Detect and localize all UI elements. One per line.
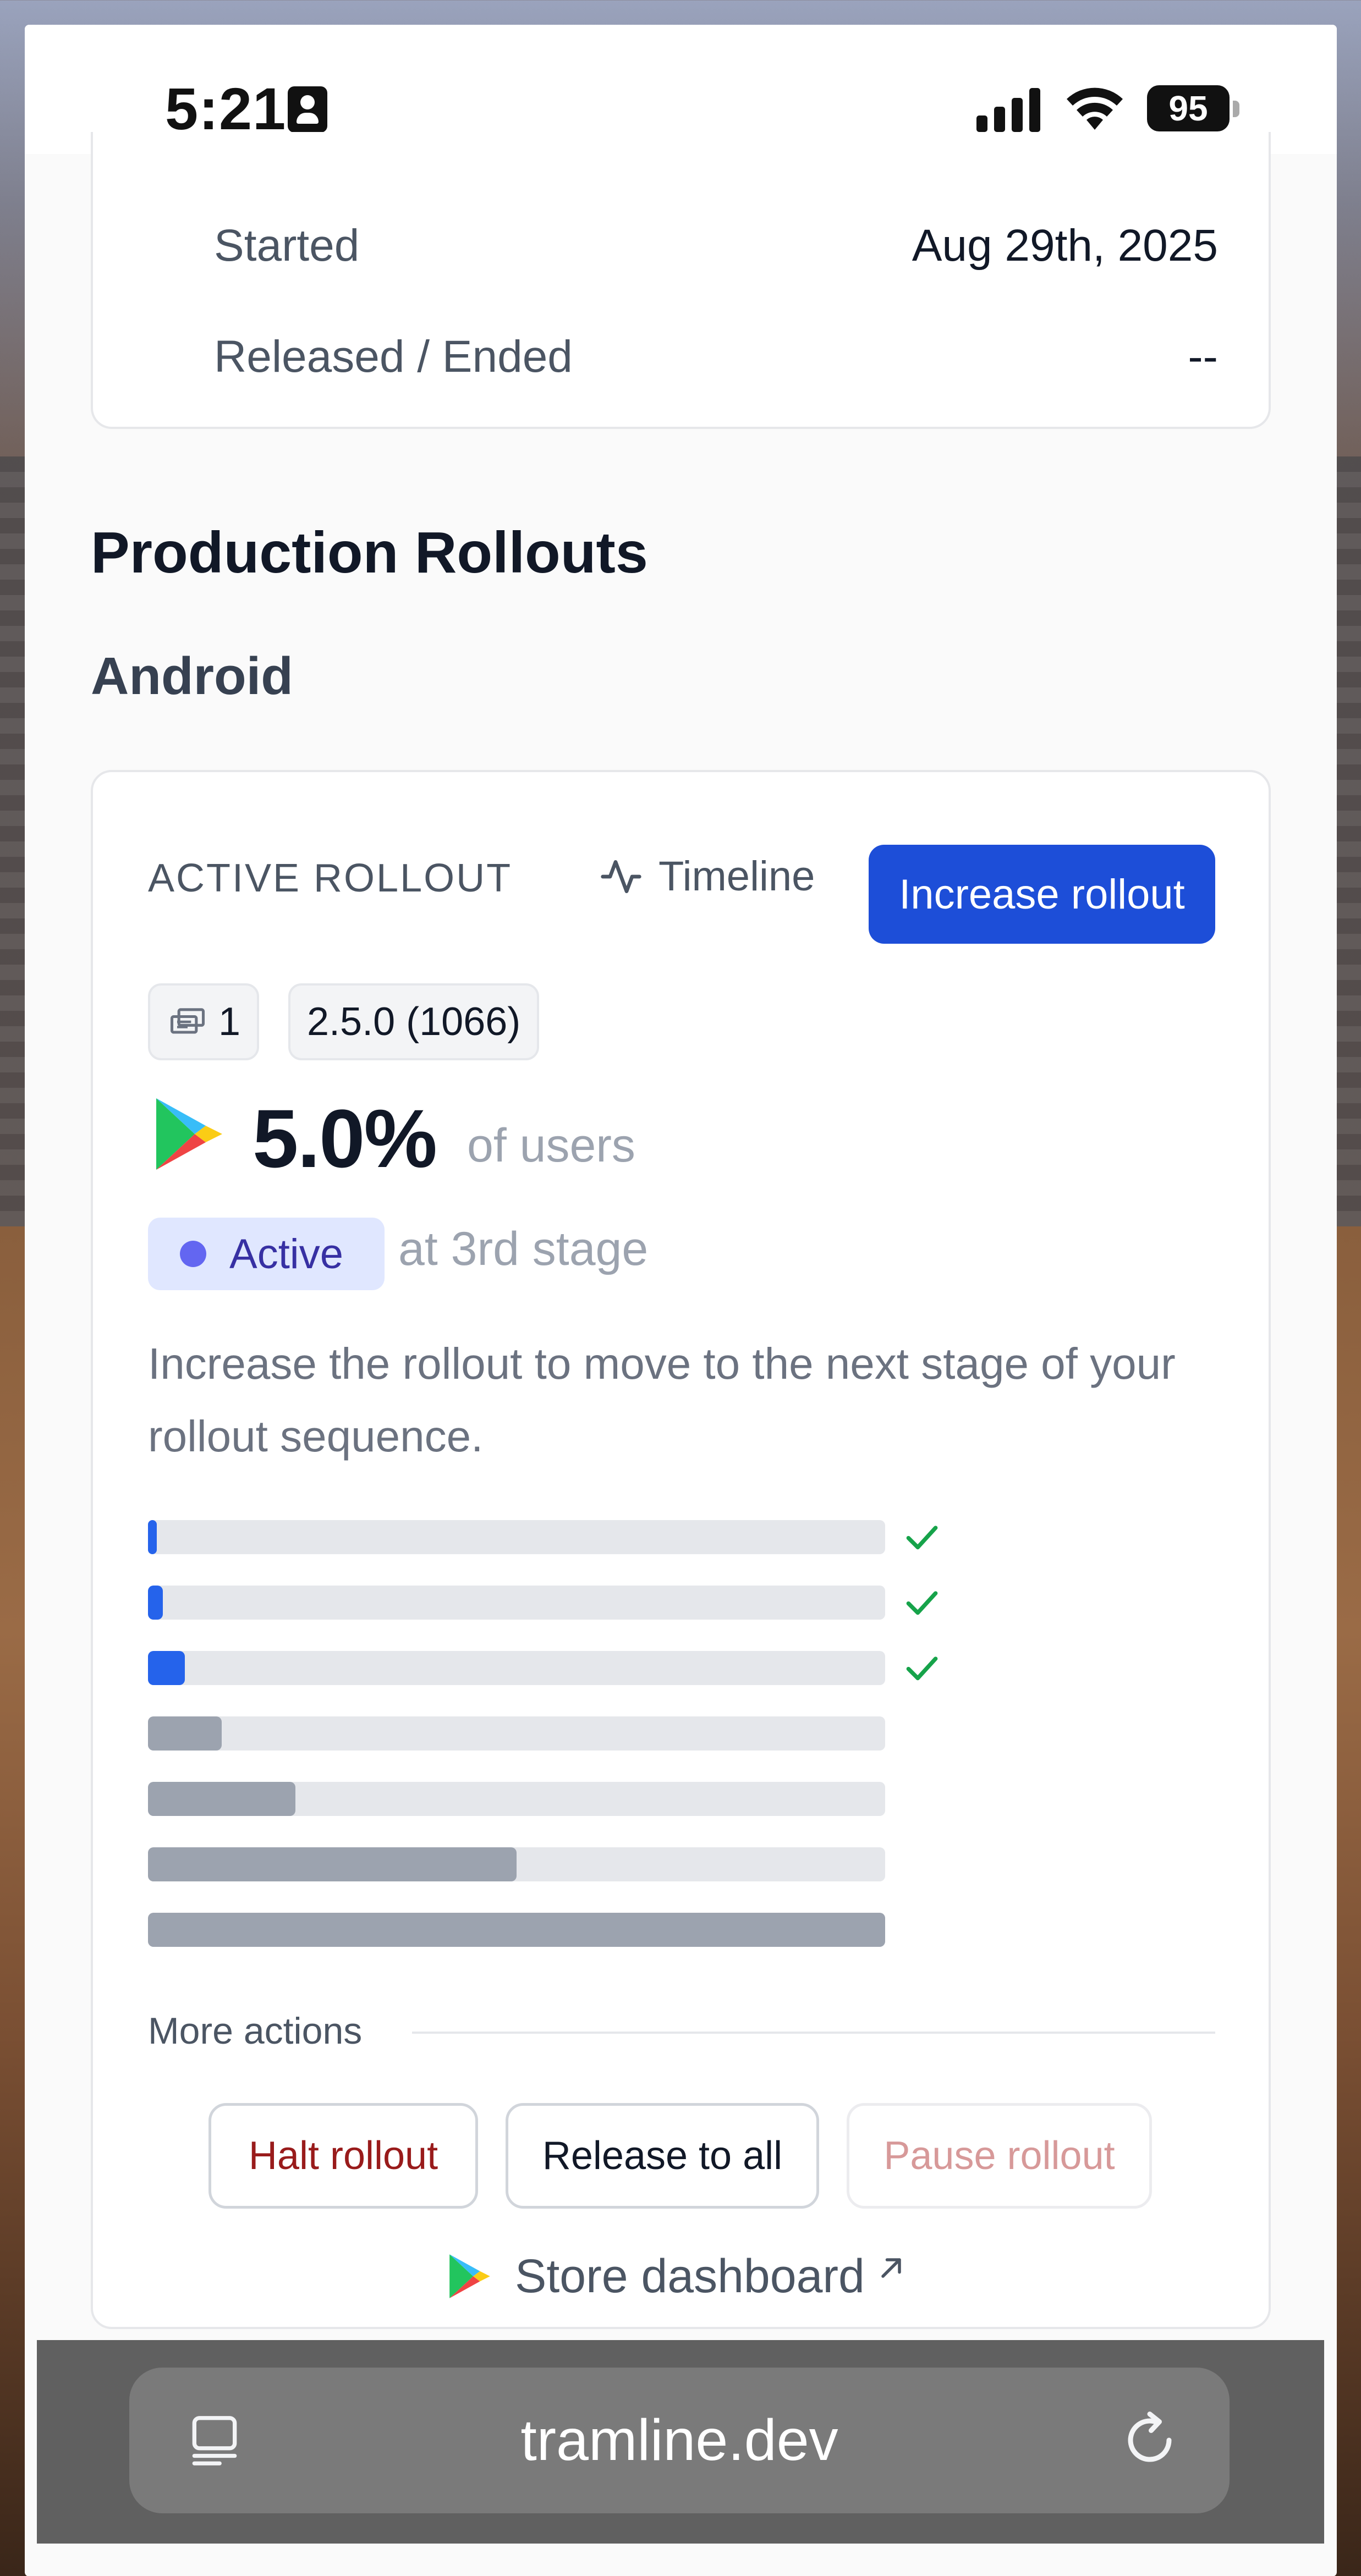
stage-track: [148, 1782, 885, 1816]
stage-fill: [148, 1782, 295, 1816]
stage-row: [148, 1651, 938, 1685]
timeline-link[interactable]: Timeline: [599, 846, 815, 907]
increase-rollout-button[interactable]: Increase rollout: [869, 845, 1215, 944]
more-actions-label: More actions: [148, 2010, 363, 2052]
phone-screen: 5:21 95 Started Aug 29th, 2025 Released …: [25, 25, 1337, 2576]
stage-track: [148, 1651, 885, 1685]
status-badge: Active: [148, 1218, 385, 1290]
active-rollout-card: ACTIVE ROLLOUT Timeline Increase rollout…: [91, 770, 1271, 2329]
google-play-icon: [156, 1098, 222, 1170]
released-value: --: [1188, 332, 1218, 382]
stage-row: [148, 1586, 938, 1620]
timeline-label: Timeline: [658, 853, 815, 900]
started-value: Aug 29th, 2025: [912, 221, 1218, 271]
wifi-icon: [1067, 87, 1123, 130]
battery-cap: [1233, 101, 1239, 117]
google-play-icon: [449, 2254, 490, 2298]
stage-fill: [148, 1847, 517, 1881]
version-label: 2.5.0 (1066): [307, 1000, 521, 1044]
stage-track: [148, 1716, 885, 1751]
pause-rollout-button[interactable]: Pause rollout: [847, 2103, 1152, 2209]
build-count: 1: [218, 1000, 241, 1044]
build-icon: [170, 1008, 205, 1034]
stage-track: [148, 1913, 885, 1947]
release-to-all-button[interactable]: Release to all: [506, 2103, 819, 2209]
released-label: Released / Ended: [214, 332, 573, 382]
stage-track: [148, 1586, 885, 1620]
stage-track: [148, 1847, 885, 1881]
check-icon: [906, 1526, 938, 1550]
rollout-percentage: 5.0%: [253, 1092, 437, 1185]
rollout-description: Increase the rollout to move to the next…: [148, 1339, 1176, 1461]
summary-card: Started Aug 29th, 2025 Released / Ended …: [91, 132, 1271, 429]
section-title: Production Rollouts: [91, 520, 648, 585]
stage-fill: [148, 1716, 222, 1751]
platform-title: Android: [91, 647, 293, 706]
stage-row: [148, 1913, 885, 1947]
halt-rollout-button[interactable]: Halt rollout: [208, 2103, 478, 2209]
status-label: Active: [229, 1230, 343, 1278]
browser-bar: tramline.dev: [37, 2340, 1324, 2544]
stage-fill: [148, 1913, 885, 1947]
stage-row: [148, 1520, 938, 1554]
stage-text: at 3rd stage: [398, 1223, 649, 1275]
reload-icon[interactable]: [1117, 2407, 1183, 2473]
url-text: tramline.dev: [520, 2408, 838, 2473]
battery-icon: 95: [1147, 85, 1230, 131]
stage-fill: [148, 1586, 163, 1620]
status-dot: [180, 1241, 206, 1267]
rollout-label: ACTIVE ROLLOUT: [148, 856, 513, 900]
stage-track: [148, 1520, 885, 1554]
external-link-icon: [881, 2258, 901, 2278]
cellular-signal-icon: [976, 88, 1042, 132]
contact-card-icon: [288, 86, 327, 133]
build-count-chip: 1: [148, 983, 260, 1060]
store-dashboard-label: Store dashboard: [515, 2249, 865, 2303]
stage-fill: [148, 1520, 157, 1554]
activity-icon: [601, 860, 641, 893]
stage-fill: [148, 1651, 185, 1685]
percentage-suffix: of users: [467, 1119, 635, 1172]
check-icon: [906, 1656, 938, 1681]
stage-row: [148, 1847, 885, 1881]
started-label: Started: [214, 221, 360, 271]
stage-row: [148, 1782, 885, 1816]
store-dashboard-link[interactable]: Store dashboard: [448, 2241, 908, 2312]
more-actions-divider: [412, 2032, 1215, 2034]
version-chip: 2.5.0 (1066): [288, 983, 540, 1060]
stage-row: [148, 1716, 885, 1751]
check-icon: [906, 1591, 938, 1615]
address-bar[interactable]: tramline.dev: [129, 2368, 1230, 2513]
